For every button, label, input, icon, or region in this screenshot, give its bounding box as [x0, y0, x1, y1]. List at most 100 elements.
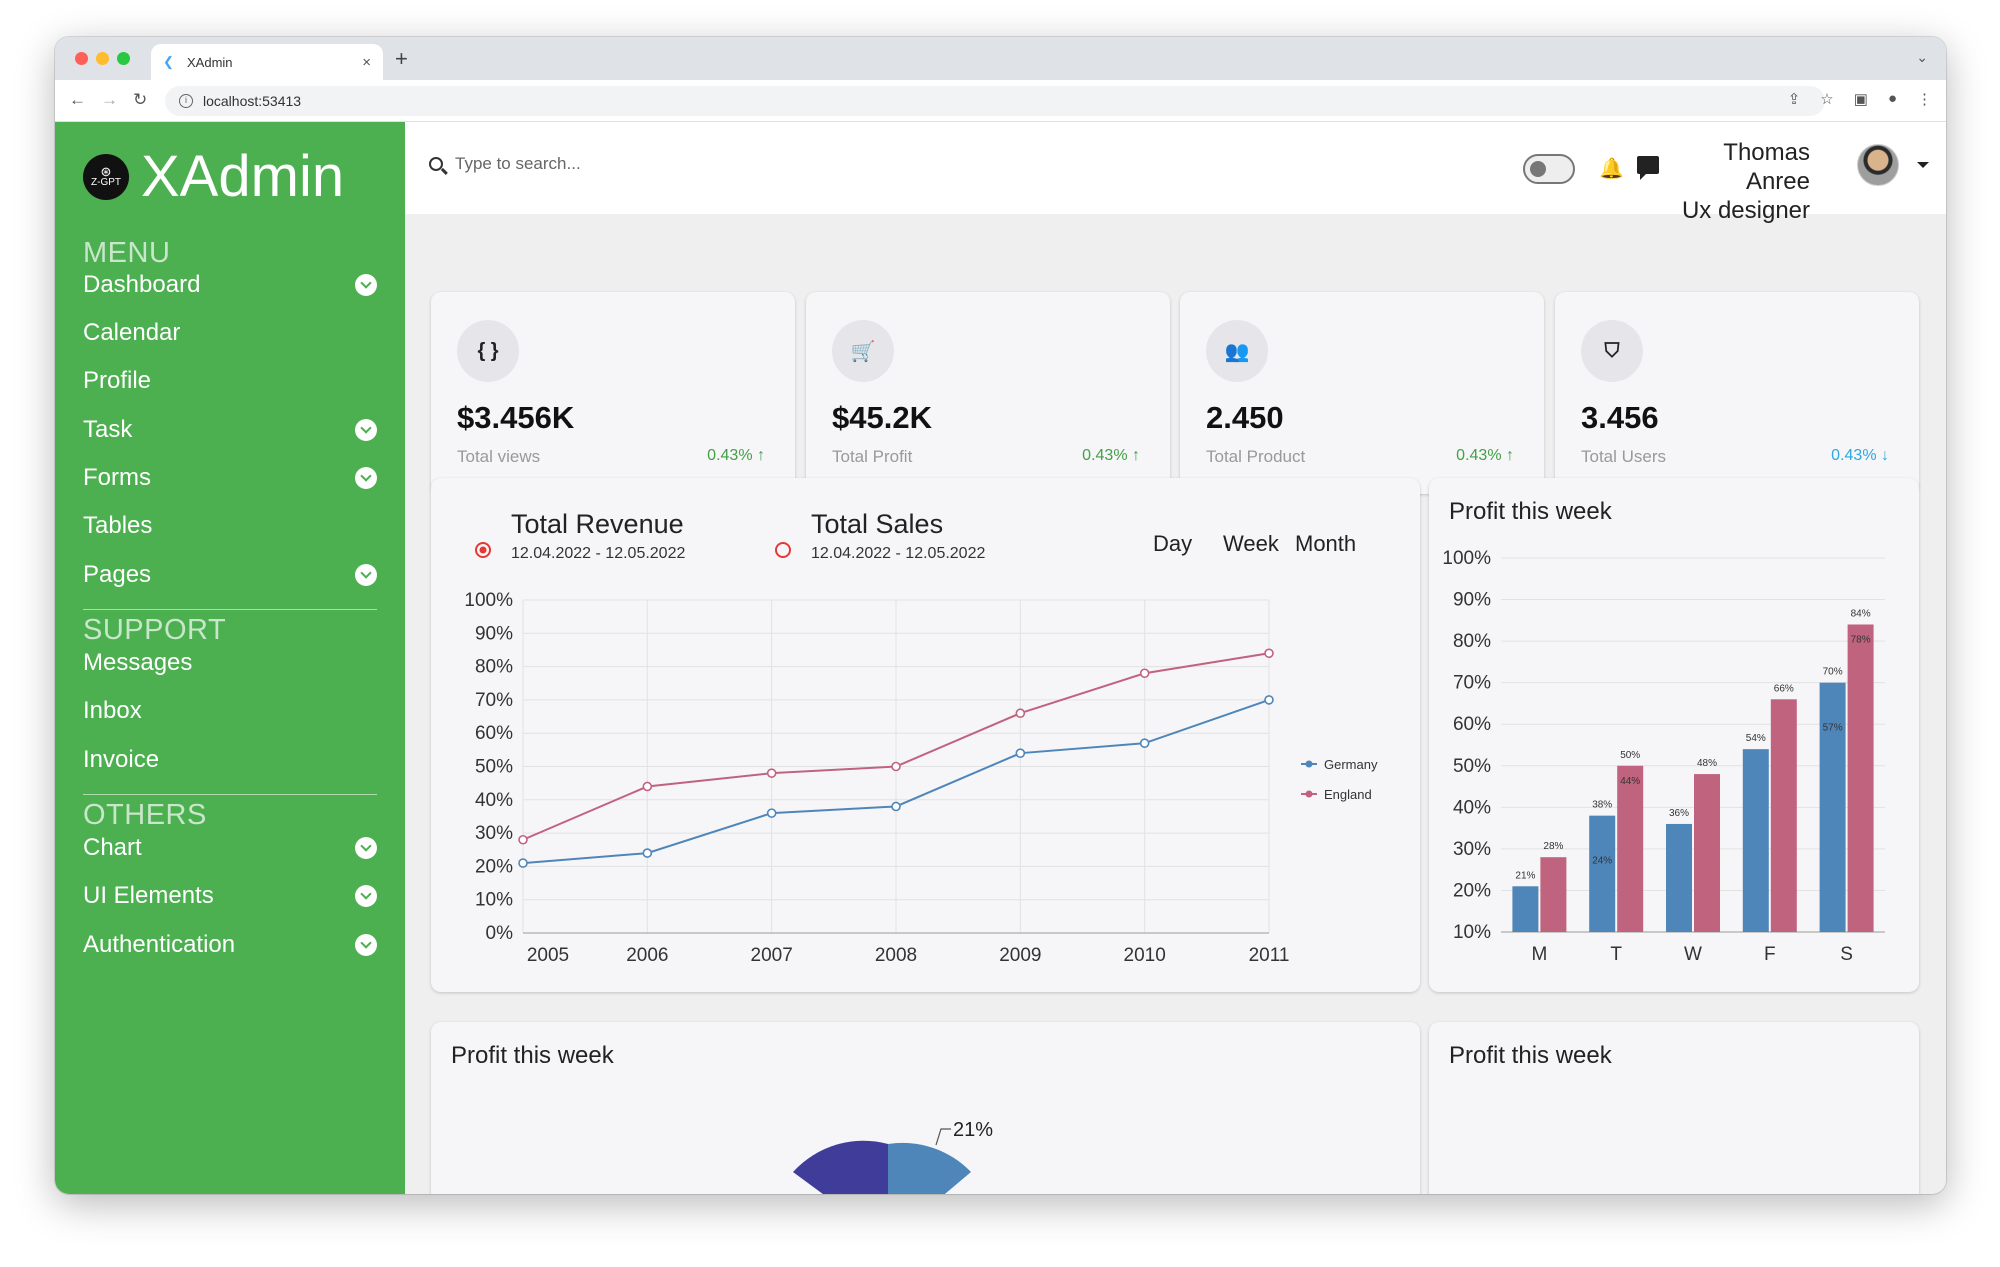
sidebar-item-label: Authentication — [83, 931, 236, 958]
forward-arrow-icon[interactable]: → — [101, 90, 118, 110]
data-point-germany[interactable] — [1264, 695, 1274, 705]
data-point-england[interactable] — [642, 781, 653, 792]
dark-mode-toggle[interactable] — [1523, 154, 1575, 184]
profit-card-title: Profit this week — [1449, 498, 1612, 525]
y-tick-label: 30% — [475, 823, 513, 844]
shield-icon: ⛉ — [1581, 320, 1643, 382]
data-point-germany[interactable] — [891, 801, 901, 812]
data-point-germany[interactable] — [642, 848, 653, 858]
browser-tab[interactable]: ❮ XAdmin × — [151, 44, 383, 80]
chevron-down-icon[interactable] — [355, 419, 377, 441]
bookmark-star-icon[interactable]: ☆ — [1820, 90, 1833, 108]
bar-pink[interactable] — [1617, 765, 1644, 932]
stat-card-total-views: { } $3.456K Total views 0.43% ↑ — [431, 292, 795, 494]
data-point-germany[interactable] — [518, 858, 528, 868]
more-menu-icon[interactable]: ⋮ — [1917, 90, 1932, 108]
sidebar-item-ui-elements[interactable]: UI Elements — [83, 879, 377, 913]
close-window-button[interactable] — [75, 52, 88, 65]
sidebar-item-authentication[interactable]: Authentication — [83, 928, 377, 962]
stat-value: 2.450 — [1206, 400, 1284, 435]
data-point-england[interactable] — [1139, 668, 1150, 679]
sidebar-item-label: Invoice — [83, 746, 160, 773]
avatar[interactable] — [1857, 144, 1899, 186]
bar-blue[interactable] — [1512, 886, 1539, 932]
profile-icon[interactable]: ● — [1888, 90, 1897, 108]
stat-label: Total Users — [1581, 447, 1667, 466]
legend-label-england: England — [1324, 787, 1372, 802]
data-point-england[interactable] — [518, 834, 528, 845]
sidebar-item-inbox[interactable]: Inbox — [83, 694, 377, 728]
chevron-down-icon[interactable] — [355, 467, 377, 489]
user-menu-caret-icon[interactable] — [1917, 162, 1929, 168]
bar-pink[interactable] — [1540, 857, 1567, 932]
sidebar-item-forms[interactable]: Forms — [83, 461, 377, 495]
user-info[interactable]: Thomas Anree Ux designer — [1660, 138, 1810, 225]
sales-legend-radio[interactable] — [775, 542, 791, 558]
stat-label: Total Product — [1206, 447, 1306, 466]
range-month-button[interactable]: Month — [1295, 531, 1356, 556]
chevron-down-icon[interactable] — [355, 837, 377, 859]
chevron-down-icon[interactable] — [355, 885, 377, 907]
sidebar-item-calendar[interactable]: Calendar — [83, 316, 377, 350]
bar-pink[interactable] — [1770, 699, 1797, 932]
maximize-window-button[interactable] — [117, 52, 130, 65]
url-text: localhost:53413 — [203, 93, 302, 109]
eye-icon: { } — [457, 320, 519, 382]
bar-value-label: 54% — [1746, 733, 1766, 744]
profit-card-bottom-title: Profit this week — [1449, 1042, 1612, 1069]
pie-label-21: 21% — [953, 1119, 993, 1141]
y-tick-label: 10% — [475, 890, 513, 911]
chevron-down-icon[interactable] — [355, 274, 377, 296]
y-tick-label: 50% — [475, 757, 513, 778]
sidebar-item-tables[interactable]: Tables — [83, 509, 377, 543]
data-point-germany[interactable] — [1015, 748, 1026, 758]
notification-bell-icon[interactable]: 🔔 — [1599, 156, 1624, 181]
tab-search-chevron-icon[interactable]: ⌄ — [1916, 49, 1928, 66]
bar-pink[interactable] — [1694, 774, 1720, 932]
sidebar-item-dashboard[interactable]: Dashboard — [83, 268, 377, 302]
minimize-window-button[interactable] — [96, 52, 109, 65]
side-panel-icon[interactable]: ▣ — [1854, 90, 1868, 108]
x-tick-label: M — [1531, 944, 1547, 965]
stat-change-value: 0.43% — [1831, 447, 1877, 464]
close-tab-icon[interactable]: × — [362, 54, 371, 71]
chevron-down-icon[interactable] — [355, 934, 377, 956]
data-point-england[interactable] — [1264, 648, 1274, 659]
back-arrow-icon[interactable]: ← — [69, 90, 86, 110]
url-field[interactable]: i localhost:53413 — [165, 86, 1825, 116]
bar-pink[interactable] — [1847, 624, 1874, 932]
sidebar-item-invoice[interactable]: Invoice — [83, 743, 377, 777]
sidebar-item-messages[interactable]: Messages — [83, 646, 377, 680]
data-point-england[interactable] — [891, 761, 901, 772]
bar-blue[interactable] — [1666, 823, 1692, 932]
logo[interactable]: ⊛ Z-GPT XAdmin — [83, 147, 344, 207]
data-point-germany[interactable] — [1139, 738, 1150, 748]
sidebar-item-label: Messages — [83, 649, 193, 676]
sidebar-item-task[interactable]: Task — [83, 413, 377, 447]
message-icon[interactable] — [1637, 156, 1659, 180]
sidebar-item-chart[interactable]: Chart — [83, 831, 377, 865]
sidebar-item-pages[interactable]: Pages — [83, 558, 377, 592]
bar-inner-label: 78% — [1851, 634, 1871, 645]
share-icon[interactable]: ⇪ — [1788, 90, 1801, 108]
search-bar[interactable]: Type to search... — [429, 154, 581, 174]
data-point-germany[interactable] — [766, 808, 777, 818]
arrow-up-icon: ↑ — [1132, 447, 1140, 464]
range-day-button[interactable]: Day — [1153, 531, 1192, 556]
bar-blue[interactable] — [1742, 749, 1769, 932]
site-info-icon[interactable]: i — [179, 94, 193, 108]
sidebar-item-label: Inbox — [83, 697, 142, 724]
reload-icon[interactable]: ↻ — [133, 90, 147, 110]
new-tab-button[interactable]: + — [395, 48, 408, 70]
chevron-down-icon[interactable] — [355, 564, 377, 586]
data-point-england[interactable] — [766, 768, 777, 778]
search-input[interactable]: Type to search... — [455, 154, 581, 174]
y-tick-label: 80% — [1453, 631, 1491, 652]
range-week-button[interactable]: Week — [1223, 531, 1280, 556]
sidebar-item-profile[interactable]: Profile — [83, 364, 377, 398]
y-tick-label: 20% — [1453, 880, 1491, 901]
bar-blue[interactable] — [1589, 815, 1616, 932]
bar-blue[interactable] — [1819, 682, 1846, 932]
stat-change-value: 0.43% — [1082, 447, 1128, 464]
data-point-england[interactable] — [1015, 708, 1026, 719]
